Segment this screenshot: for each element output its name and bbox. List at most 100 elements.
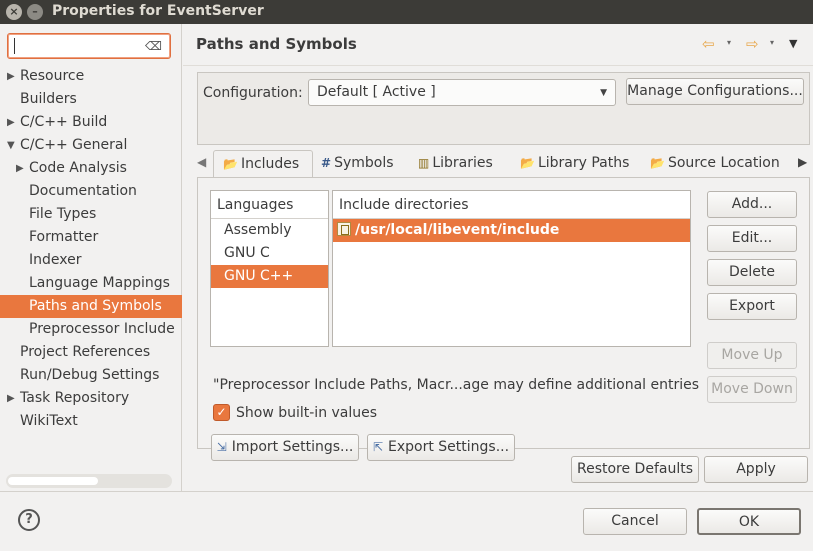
sidebar-item-label: Code Analysis bbox=[29, 160, 127, 176]
configuration-select[interactable]: Default [ Active ] ▼ bbox=[308, 79, 616, 106]
tab-label: Symbols bbox=[334, 155, 394, 171]
info-note: "Preprocessor Include Paths, Macr...age … bbox=[213, 377, 700, 393]
sidebar-item-label: C/C++ Build bbox=[20, 114, 108, 130]
export-settings-label: Export Settings... bbox=[388, 439, 510, 455]
tab-library-paths[interactable]: 📂 Library Paths bbox=[520, 150, 629, 178]
sidebar-item-documentation[interactable]: Documentation bbox=[0, 180, 182, 203]
manage-configurations-button[interactable]: Manage Configurations... bbox=[626, 78, 804, 105]
import-settings-button[interactable]: ⇲ Import Settings... bbox=[211, 434, 359, 461]
sidebar-item-label: Project References bbox=[20, 344, 151, 360]
title-bar: × – Properties for EventServer bbox=[0, 0, 813, 24]
move-up-button[interactable]: Move Up bbox=[707, 342, 797, 369]
tab-label: Source Location bbox=[667, 155, 780, 171]
sidebar-item-label: Paths and Symbols bbox=[29, 298, 162, 314]
languages-header: Languages bbox=[211, 191, 328, 219]
tab-label: Library Paths bbox=[537, 155, 630, 171]
view-menu-icon[interactable]: ▼ bbox=[789, 37, 797, 50]
include-folder-icon bbox=[337, 222, 351, 236]
sidebar-item-label: Builders bbox=[20, 91, 77, 107]
window-title: Properties for EventServer bbox=[52, 3, 264, 19]
tab-symbols[interactable]: # Symbols bbox=[321, 150, 394, 178]
sidebar-item-formatter[interactable]: Formatter bbox=[0, 226, 182, 249]
back-arrow-icon[interactable]: ⇦ bbox=[702, 35, 715, 53]
import-icon: ⇲ bbox=[216, 440, 227, 454]
properties-page: Paths and Symbols ⇦ ▾ ⇨ ▾ ▼ Configuratio… bbox=[183, 24, 813, 491]
configuration-value: Default [ Active ] bbox=[317, 84, 436, 100]
edit-button[interactable]: Edit... bbox=[707, 225, 797, 252]
language-row[interactable]: GNU C bbox=[211, 242, 328, 265]
sidebar-item-resource[interactable]: ▶ Resource bbox=[0, 65, 182, 88]
forward-dropdown-icon[interactable]: ▾ bbox=[770, 38, 774, 47]
sidebar-item-builders[interactable]: Builders bbox=[0, 88, 182, 111]
sidebar-item-file-types[interactable]: File Types bbox=[0, 203, 182, 226]
scrollbar-thumb[interactable] bbox=[8, 477, 98, 485]
tab-libraries[interactable]: ▥ Libraries bbox=[418, 150, 493, 178]
show-builtin-label[interactable]: Show built-in values bbox=[236, 405, 377, 421]
sidebar-item-label: Language Mappings bbox=[29, 275, 170, 291]
sidebar-item-preprocessor-include[interactable]: Preprocessor Include bbox=[0, 318, 182, 341]
close-window-icon[interactable]: × bbox=[6, 4, 22, 20]
export-button[interactable]: Export bbox=[707, 293, 797, 320]
sidebar-item-wikitext[interactable]: WikiText bbox=[0, 410, 182, 433]
tab-includes[interactable]: 📂 Includes bbox=[213, 150, 313, 179]
help-icon[interactable]: ? bbox=[18, 509, 40, 531]
collapsed-arrow-icon[interactable]: ▶ bbox=[16, 157, 24, 180]
sidebar-item-run-debug-settings[interactable]: Run/Debug Settings bbox=[0, 364, 182, 387]
include-directory-row[interactable]: /usr/local/libevent/include bbox=[333, 219, 690, 242]
sidebar-item-label: Task Repository bbox=[20, 390, 130, 406]
minimize-window-icon[interactable]: – bbox=[27, 4, 43, 20]
export-settings-button[interactable]: ⇱ Export Settings... bbox=[367, 434, 515, 461]
filter-input[interactable]: ⌫ bbox=[7, 33, 171, 59]
page-header: Paths and Symbols ⇦ ▾ ⇨ ▾ ▼ bbox=[183, 24, 813, 66]
clear-icon[interactable]: ⌫ bbox=[145, 39, 162, 53]
sidebar-item-project-references[interactable]: Project References bbox=[0, 341, 182, 364]
add-button[interactable]: Add... bbox=[707, 191, 797, 218]
forward-arrow-icon[interactable]: ⇨ bbox=[746, 35, 759, 53]
collapsed-arrow-icon[interactable]: ▶ bbox=[7, 65, 15, 88]
sidebar-item-label: C/C++ General bbox=[20, 137, 128, 153]
move-down-button[interactable]: Move Down bbox=[707, 376, 797, 403]
apply-button[interactable]: Apply bbox=[704, 456, 808, 483]
show-builtin-checkbox[interactable]: ✓ bbox=[213, 404, 230, 421]
tab-source-location[interactable]: 📂 Source Location bbox=[650, 150, 780, 178]
includes-panel: Languages Assembly GNU C GNU C++ Include d… bbox=[197, 177, 810, 461]
chevron-down-icon: ▼ bbox=[600, 88, 607, 98]
expanded-arrow-icon[interactable]: ▼ bbox=[7, 134, 15, 157]
back-dropdown-icon[interactable]: ▾ bbox=[727, 38, 731, 47]
sidebar: ⌫ ▶ Resource Builders ▶ C/C++ Build ▼ C/C++ Ge… bbox=[0, 24, 182, 491]
collapsed-arrow-icon[interactable]: ▶ bbox=[7, 387, 15, 410]
ok-button[interactable]: OK bbox=[697, 508, 801, 535]
tab-scroll-left-icon[interactable]: ◀ bbox=[197, 155, 206, 169]
sidebar-item-c-c-general[interactable]: ▼ C/C++ General bbox=[0, 134, 182, 157]
sidebar-item-label: Formatter bbox=[29, 229, 99, 245]
sidebar-item-c-c-build[interactable]: ▶ C/C++ Build bbox=[0, 111, 182, 134]
sidebar-item-paths-and-symbols[interactable]: Paths and Symbols bbox=[0, 295, 182, 318]
export-icon: ⇱ bbox=[372, 440, 383, 454]
language-row[interactable]: GNU C++ bbox=[211, 265, 328, 288]
page-title: Paths and Symbols bbox=[196, 35, 357, 53]
sidebar-item-label: WikiText bbox=[20, 413, 78, 429]
cancel-button[interactable]: Cancel bbox=[583, 508, 687, 535]
sidebar-item-indexer[interactable]: Indexer bbox=[0, 249, 182, 272]
sidebar-item-code-analysis[interactable]: ▶ Code Analysis bbox=[0, 157, 182, 180]
libraries-icon: ▥ bbox=[418, 156, 430, 170]
sidebar-item-label: File Types bbox=[29, 206, 97, 222]
sidebar-item-language-mappings[interactable]: Language Mappings bbox=[0, 272, 182, 295]
includes-icon: 📂 bbox=[223, 157, 238, 171]
sidebar-item-task-repository[interactable]: ▶ Task Repository bbox=[0, 387, 182, 410]
dialog-button-bar: ? Cancel OK bbox=[0, 491, 813, 551]
languages-list: Languages Assembly GNU C GNU C++ bbox=[210, 190, 329, 347]
tab-scroll-right-icon[interactable]: ▶ bbox=[798, 155, 807, 169]
include-directories-header: Include directories bbox=[333, 191, 690, 219]
text-caret bbox=[14, 38, 15, 54]
sidebar-item-label: Indexer bbox=[29, 252, 82, 268]
configuration-group: Configuration: Default [ Active ] ▼ Mana… bbox=[197, 72, 810, 145]
sidebar-item-label: Documentation bbox=[29, 183, 137, 199]
language-row[interactable]: Assembly bbox=[211, 219, 328, 242]
delete-button[interactable]: Delete bbox=[707, 259, 797, 286]
collapsed-arrow-icon[interactable]: ▶ bbox=[7, 111, 15, 134]
restore-defaults-button[interactable]: Restore Defaults bbox=[571, 456, 699, 483]
include-directories-list: Include directories /usr/local/libevent/… bbox=[332, 190, 691, 347]
horizontal-scrollbar[interactable] bbox=[6, 474, 172, 488]
sidebar-item-label: Run/Debug Settings bbox=[20, 367, 160, 383]
